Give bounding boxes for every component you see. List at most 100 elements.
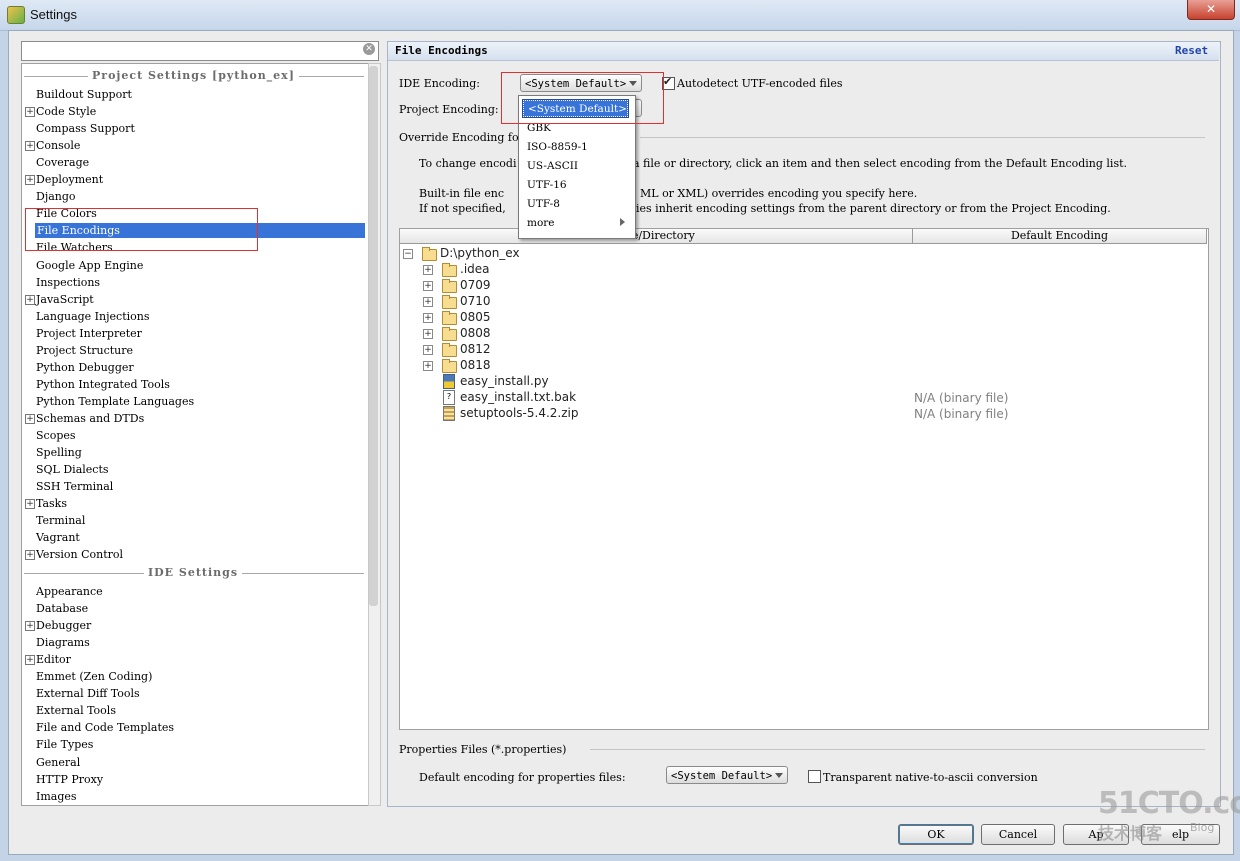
sidebar-item-language-injections[interactable]: Language Injections bbox=[36, 309, 149, 324]
expand-plus-icon[interactable]: + bbox=[423, 345, 433, 355]
expand-plus-icon[interactable]: + bbox=[25, 141, 35, 152]
title-bar[interactable] bbox=[0, 0, 1240, 31]
expand-plus-icon[interactable]: + bbox=[25, 621, 35, 632]
sidebar-item-external-tools[interactable]: External Tools bbox=[36, 703, 116, 718]
highlight-box-ide-encoding bbox=[501, 72, 664, 124]
expand-plus-icon[interactable]: + bbox=[25, 499, 35, 510]
sidebar-item-scopes[interactable]: Scopes bbox=[36, 428, 76, 443]
file-row-name[interactable]: easy_install.py bbox=[460, 373, 549, 389]
sidebar-item-emmet-zen-coding[interactable]: Emmet (Zen Coding) bbox=[36, 669, 152, 684]
sidebar-item-google-app-engine[interactable]: Google App Engine bbox=[36, 258, 143, 273]
sidebar-item-deployment[interactable]: Deployment bbox=[36, 172, 103, 187]
separator bbox=[640, 137, 1205, 138]
native-to-ascii-label: Transparent native-to-ascii conversion bbox=[823, 771, 1038, 784]
sidebar-item-appearance[interactable]: Appearance bbox=[36, 584, 103, 599]
panel-header bbox=[388, 42, 1219, 61]
file-row-name[interactable]: setuptools-5.4.2.zip bbox=[460, 405, 578, 421]
sidebar-item-inspections[interactable]: Inspections bbox=[36, 275, 100, 290]
expand-plus-icon[interactable]: + bbox=[423, 265, 433, 275]
sidebar-item-django[interactable]: Django bbox=[36, 189, 76, 204]
sidebar-item-python-template-languages[interactable]: Python Template Languages bbox=[36, 394, 194, 409]
sidebar-item-file-and-code-templates[interactable]: File and Code Templates bbox=[36, 720, 174, 735]
sidebar-item-editor[interactable]: Editor bbox=[36, 652, 71, 667]
folder-icon bbox=[422, 247, 437, 261]
close-button[interactable]: ✕ bbox=[1187, 0, 1235, 20]
sidebar-item-buildout-support[interactable]: Buildout Support bbox=[36, 87, 132, 102]
expand-plus-icon[interactable]: + bbox=[423, 313, 433, 323]
file-row-name[interactable]: .idea bbox=[460, 261, 490, 277]
file-row-name[interactable]: easy_install.txt.bak bbox=[460, 389, 576, 405]
file-row-name[interactable]: 0709 bbox=[460, 277, 491, 293]
expand-plus-icon[interactable]: + bbox=[25, 294, 35, 305]
expand-plus-icon[interactable]: + bbox=[423, 297, 433, 307]
sidebar-item-coverage[interactable]: Coverage bbox=[36, 155, 89, 170]
expand-plus-icon[interactable]: + bbox=[423, 329, 433, 339]
file-row-name[interactable]: 0812 bbox=[460, 341, 491, 357]
sidebar-item-ssh-terminal[interactable]: SSH Terminal bbox=[36, 479, 113, 494]
file-row-name[interactable]: 0710 bbox=[460, 293, 491, 309]
file-row-encoding[interactable]: N/A (binary file) bbox=[914, 407, 1008, 421]
dropdown-option-utf-16[interactable]: UTF-16 bbox=[527, 177, 567, 193]
column-header-file[interactable]: File/Directory bbox=[400, 229, 913, 244]
sidebar-item-schemas-and-dtds[interactable]: Schemas and DTDs bbox=[36, 411, 144, 426]
dropdown-option-iso-8859-1[interactable]: ISO-8859-1 bbox=[527, 139, 588, 155]
file-row-name[interactable]: 0805 bbox=[460, 309, 491, 325]
section-title: IDE Settings bbox=[144, 566, 243, 579]
sidebar-item-general[interactable]: General bbox=[36, 755, 80, 770]
dropdown-option-us-ascii[interactable]: US-ASCII bbox=[527, 158, 578, 174]
file-row-name[interactable]: 0818 bbox=[460, 357, 491, 373]
desc-line-1a: To change encodi bbox=[419, 157, 517, 170]
highlight-box-file-encodings bbox=[25, 208, 258, 251]
archive-file-icon bbox=[443, 406, 455, 421]
sidebar-item-diagrams[interactable]: Diagrams bbox=[36, 635, 90, 650]
dropdown-option-more[interactable]: more bbox=[527, 215, 555, 231]
sidebar-item-project-structure[interactable]: Project Structure bbox=[36, 343, 133, 358]
desc-line-1b: a file or directory, click an item and t… bbox=[633, 157, 1128, 170]
sidebar-item-images[interactable]: Images bbox=[36, 789, 77, 804]
folder-icon bbox=[442, 343, 457, 357]
sidebar-item-spelling[interactable]: Spelling bbox=[36, 445, 82, 460]
dropdown-option-utf-8[interactable]: UTF-8 bbox=[527, 196, 560, 212]
expand-plus-icon[interactable]: + bbox=[25, 550, 35, 561]
sidebar-item-compass-support[interactable]: Compass Support bbox=[36, 121, 135, 136]
sidebar-item-python-debugger[interactable]: Python Debugger bbox=[36, 360, 134, 375]
expand-plus-icon[interactable]: + bbox=[25, 655, 35, 666]
folder-icon bbox=[442, 295, 457, 309]
file-row-name[interactable]: D:\python_ex bbox=[440, 245, 520, 261]
file-row-name[interactable]: 0808 bbox=[460, 325, 491, 341]
sidebar-item-http-proxy[interactable]: HTTP Proxy bbox=[36, 772, 103, 787]
ok-button[interactable]: OK bbox=[898, 824, 974, 845]
cancel-button[interactable]: Cancel bbox=[981, 824, 1055, 845]
sidebar-item-python-integrated-tools[interactable]: Python Integrated Tools bbox=[36, 377, 170, 392]
sidebar-item-vagrant[interactable]: Vagrant bbox=[36, 530, 80, 545]
sidebar-item-version-control[interactable]: Version Control bbox=[36, 547, 123, 562]
expand-plus-icon[interactable]: + bbox=[25, 175, 35, 186]
sidebar-item-database[interactable]: Database bbox=[36, 601, 88, 616]
settings-search-input[interactable] bbox=[21, 41, 379, 61]
native-to-ascii-checkbox[interactable] bbox=[808, 770, 821, 783]
clear-search-icon[interactable]: ✕ bbox=[363, 43, 375, 55]
sidebar-item-file-types[interactable]: File Types bbox=[36, 737, 93, 752]
expand-plus-icon[interactable]: + bbox=[25, 107, 35, 118]
collapse-minus-icon[interactable]: − bbox=[403, 249, 413, 259]
sidebar-item-debugger[interactable]: Debugger bbox=[36, 618, 91, 633]
folder-icon bbox=[442, 359, 457, 373]
sidebar-item-javascript[interactable]: JavaScript bbox=[36, 292, 94, 307]
column-header-encoding[interactable]: Default Encoding bbox=[913, 229, 1207, 244]
sidebar-item-tasks[interactable]: Tasks bbox=[36, 496, 67, 511]
expand-plus-icon[interactable]: + bbox=[423, 361, 433, 371]
sidebar-item-console[interactable]: Console bbox=[36, 138, 80, 153]
file-row-encoding[interactable]: N/A (binary file) bbox=[914, 391, 1008, 405]
sidebar-item-terminal[interactable]: Terminal bbox=[36, 513, 85, 528]
properties-encoding-combo[interactable]: <System Default> bbox=[666, 766, 788, 784]
sidebar-item-project-interpreter[interactable]: Project Interpreter bbox=[36, 326, 142, 341]
override-encoding-label: Override Encoding fo bbox=[399, 131, 519, 144]
autodetect-utf-label: Autodetect UTF-encoded files bbox=[677, 77, 843, 90]
expand-plus-icon[interactable]: + bbox=[25, 413, 35, 424]
expand-plus-icon[interactable]: + bbox=[423, 281, 433, 291]
sidebar-item-code-style[interactable]: Code Style bbox=[36, 104, 96, 119]
sidebar-item-sql-dialects[interactable]: SQL Dialects bbox=[36, 462, 109, 477]
sidebar-item-external-diff-tools[interactable]: External Diff Tools bbox=[36, 686, 140, 701]
tree-scrollbar-thumb[interactable] bbox=[369, 66, 378, 606]
reset-link[interactable]: Reset bbox=[1175, 44, 1208, 57]
